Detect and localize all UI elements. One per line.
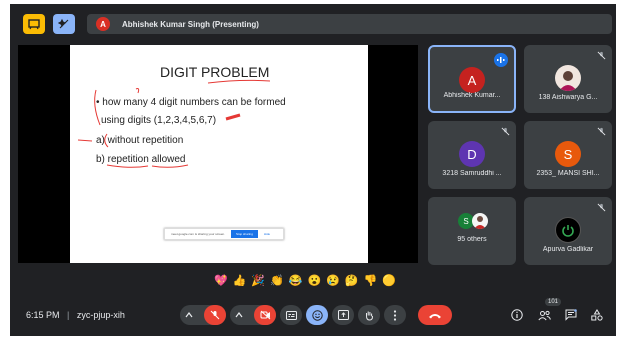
stop-sharing-button[interactable]: Stop sharing xyxy=(231,230,258,238)
avatar: A xyxy=(459,67,485,93)
people-button[interactable] xyxy=(537,308,551,322)
reaction-party[interactable]: 🎉 xyxy=(251,274,265,287)
mic-off-icon xyxy=(597,127,606,136)
tile-name: Abhishek Kumar... xyxy=(443,92,501,99)
presenter-avatar: A xyxy=(96,17,110,31)
reaction-thinking[interactable]: 🤔 xyxy=(345,274,359,287)
others-avatars: S xyxy=(458,213,488,229)
participant-count-badge: 101 xyxy=(545,298,562,306)
hand-icon xyxy=(366,311,374,321)
chevron-up-icon xyxy=(185,312,193,318)
tile-name: 138 Aishwarya G... xyxy=(538,94,598,101)
slide-line-4: b) repetition allowed xyxy=(96,154,186,165)
layout-button[interactable] xyxy=(53,14,75,34)
reaction-thumbs-up[interactable]: 👍 xyxy=(233,274,247,287)
presenter-label: Abhishek Kumar Singh (Presenting) xyxy=(122,19,259,29)
speaking-icon xyxy=(494,53,508,67)
presentation-icon xyxy=(28,19,40,30)
tile-aishwarya[interactable]: 138 Aishwarya G... xyxy=(524,45,612,113)
emoji-button[interactable] xyxy=(306,305,328,325)
reaction-surprised[interactable]: 😮 xyxy=(308,274,322,287)
tile-apurva[interactable]: Apurva Gadlikar xyxy=(524,197,612,265)
sharing-text: meet.google.com is sharing your screen. xyxy=(171,232,226,236)
reaction-thumbs-down[interactable]: 👎 xyxy=(364,274,378,287)
tile-name: Apurva Gadlikar xyxy=(542,246,594,253)
tile-name: 95 others xyxy=(457,236,487,243)
meeting-details-button[interactable] xyxy=(510,308,524,322)
hand-share-button[interactable] xyxy=(23,14,45,34)
raise-hand-button[interactable] xyxy=(358,305,380,325)
reaction-laugh[interactable]: 😂 xyxy=(289,274,303,287)
mic-control[interactable] xyxy=(180,305,226,325)
camera-control[interactable] xyxy=(230,305,276,325)
people-icon xyxy=(537,310,551,320)
reaction-skin-tone[interactable]: 🟡 xyxy=(382,274,396,287)
mic-off-icon xyxy=(597,51,606,60)
reaction-bar: 💖 👍 🎉 👏 😂 😮 😢 🤔 👎 🟡 xyxy=(214,274,396,287)
avatar-photo xyxy=(555,65,581,91)
tile-others[interactable]: S 95 others xyxy=(428,197,516,265)
mic-off-icon xyxy=(210,310,220,320)
presenter-bar: A Abhishek Kumar Singh (Presenting) xyxy=(87,14,612,34)
activities-icon xyxy=(591,309,603,321)
more-vert-icon xyxy=(393,309,397,321)
sharing-banner: meet.google.com is sharing your screen. … xyxy=(164,228,284,240)
slide: DIGIT PROBLEM • how many 4 digit numbers… xyxy=(70,45,368,263)
present-button[interactable] xyxy=(332,305,354,325)
reaction-heart[interactable]: 💖 xyxy=(214,274,228,287)
chevron-up-icon xyxy=(235,312,243,318)
tile-name: 3218 Samruddhi ... xyxy=(442,170,502,177)
avatar: D xyxy=(459,141,485,167)
tile-abhishek[interactable]: A Abhishek Kumar... xyxy=(428,45,516,113)
chat-button[interactable] xyxy=(564,308,578,322)
info-icon xyxy=(511,309,523,321)
leave-call-button[interactable] xyxy=(418,305,452,325)
clock-time: 6:15 PM xyxy=(26,310,60,320)
avatar-photo xyxy=(472,213,488,229)
more-options-button[interactable] xyxy=(384,305,406,325)
captions-icon xyxy=(285,310,297,320)
presentation-stage: DIGIT PROBLEM • how many 4 digit numbers… xyxy=(18,45,418,263)
captions-button[interactable] xyxy=(280,305,302,325)
present-icon xyxy=(337,310,349,320)
avatar: S xyxy=(555,141,581,167)
meeting-info: 6:15 PM | zyc-pjup-xih xyxy=(26,310,125,320)
tile-name: 2353_ MANSI SHI... xyxy=(536,170,600,177)
camera-off-button[interactable] xyxy=(254,305,276,325)
camera-off-icon xyxy=(260,310,270,320)
tile-samruddhi[interactable]: D 3218 Samruddhi ... xyxy=(428,121,516,189)
hide-banner-link[interactable]: Hide xyxy=(264,232,270,236)
chat-icon xyxy=(565,309,577,321)
smiley-icon xyxy=(311,309,323,321)
meet-window: A Abhishek Kumar Singh (Presenting) DIGI… xyxy=(10,4,616,336)
reaction-clap[interactable]: 👏 xyxy=(270,274,284,287)
tile-mansi[interactable]: S 2353_ MANSI SHI... xyxy=(524,121,612,189)
mic-off-button[interactable] xyxy=(204,305,226,325)
activities-button[interactable] xyxy=(590,308,604,322)
slide-line-2: using digits (1,2,3,4,5,6,7) xyxy=(101,115,217,126)
sparkle-icon xyxy=(58,18,69,29)
meeting-code: zyc-pjup-xih xyxy=(76,310,125,320)
reaction-sad[interactable]: 😢 xyxy=(326,274,340,287)
slide-line-1: • how many 4 digit numbers can be formed xyxy=(96,97,286,108)
mic-off-icon xyxy=(501,127,510,136)
hang-up-icon xyxy=(429,313,441,318)
slide-line-3: a) without repetition xyxy=(96,135,184,146)
mic-off-icon xyxy=(597,203,606,212)
avatar-photo xyxy=(555,217,581,243)
